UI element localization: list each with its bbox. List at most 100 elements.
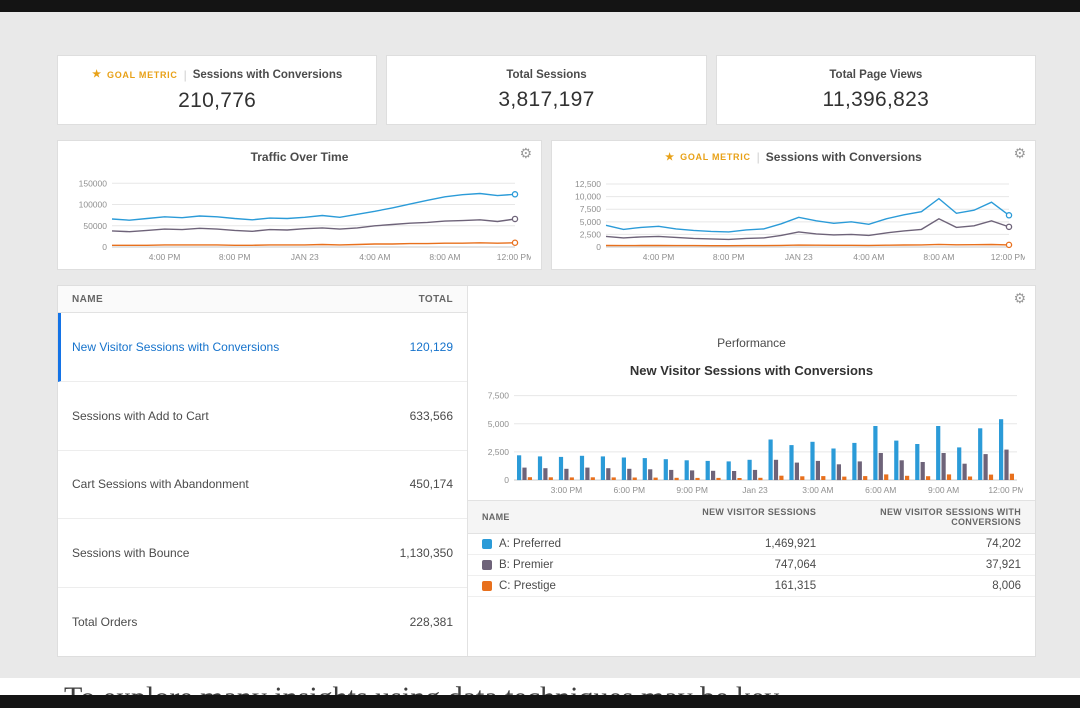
chart-title: Sessions with Conversions — [765, 150, 922, 164]
svg-text:10,000: 10,000 — [575, 192, 601, 202]
metric-row-total-orders[interactable]: Total Orders 228,381 — [58, 588, 467, 656]
svg-text:5,000: 5,000 — [488, 419, 510, 429]
metric-row-cart-sessions-with-abandonment[interactable]: Cart Sessions with Abandonment 450,174 — [58, 451, 467, 520]
svg-text:150000: 150000 — [79, 178, 108, 188]
segment-name: C: Prestige — [499, 580, 556, 592]
svg-text:8:00 PM: 8:00 PM — [713, 252, 745, 262]
line-charts-row: Traffic Over Time ⚙ 0 50000 100000 150000 4:… — [57, 140, 1036, 270]
svg-text:3:00 AM: 3:00 AM — [802, 485, 833, 495]
svg-text:9:00 PM: 9:00 PM — [676, 485, 708, 495]
goal-metric-badge: GOAL METRIC — [680, 152, 751, 162]
kpi-summary-row: ★ GOAL METRIC | Sessions with Conversion… — [57, 55, 1036, 125]
chart-header: Traffic Over Time — [58, 150, 541, 164]
performance-detail: ⚙ Performance New Visitor Sessions with … — [468, 286, 1035, 656]
metric-total: 228,381 — [409, 615, 453, 630]
svg-text:7,500: 7,500 — [488, 391, 510, 401]
column-header-new-visitor-sessions: NEW VISITOR SESSIONS — [702, 507, 817, 517]
segment-conversions: 8,006 — [992, 580, 1021, 592]
svg-text:0: 0 — [102, 242, 107, 252]
segment-conversions: 37,921 — [985, 559, 1021, 571]
cropped-article-text-strip: To explore many insights using data tech… — [0, 678, 1080, 695]
svg-text:Jan 23: Jan 23 — [742, 485, 768, 495]
label-divider: | — [183, 67, 187, 82]
kpi-label: Total Sessions — [506, 69, 586, 81]
partial-text: To explore many insights using data tech… — [64, 681, 779, 695]
svg-text:50000: 50000 — [83, 221, 107, 231]
label-divider: | — [756, 150, 760, 164]
kpi-label: ★ GOAL METRIC | Sessions with Conversion… — [92, 68, 342, 82]
metric-table: NAME TOTAL New Visitor Sessions with Con… — [58, 286, 468, 656]
svg-text:3:00 PM: 3:00 PM — [551, 485, 583, 495]
column-header-total: TOTAL — [418, 294, 453, 305]
svg-text:5,000: 5,000 — [580, 217, 602, 227]
svg-text:JAN 23: JAN 23 — [291, 252, 319, 262]
column-header-name: NAME — [482, 512, 510, 522]
series-color-swatch — [482, 560, 492, 570]
svg-text:7,500: 7,500 — [580, 204, 602, 214]
column-header-new-visitor-sessions-with-conversions: NEW VISITOR SESSIONS WITH CONVERSIONS — [880, 507, 1021, 527]
svg-text:6:00 AM: 6:00 AM — [865, 485, 896, 495]
settings-gear-icon[interactable]: ⚙ — [1013, 147, 1026, 161]
svg-text:12:00 PM: 12:00 PM — [497, 252, 531, 262]
svg-text:2,500: 2,500 — [580, 229, 602, 239]
segment-row-a-preferred[interactable]: A: Preferred 1,469,921 74,202 — [468, 534, 1035, 555]
metric-total: 120,129 — [409, 339, 453, 354]
segment-table-header: NAME NEW VISITOR SESSIONS NEW VISITOR SE… — [468, 500, 1035, 534]
series-color-swatch — [482, 581, 492, 591]
segment-conversions: 74,202 — [985, 538, 1021, 550]
metric-total: 633,566 — [409, 408, 453, 423]
metric-row-sessions-with-add-to-cart[interactable]: Sessions with Add to Cart 633,566 — [58, 382, 467, 451]
svg-text:6:00 PM: 6:00 PM — [613, 485, 645, 495]
goal-star-icon: ★ — [92, 69, 102, 80]
settings-gear-icon[interactable]: ⚙ — [519, 147, 532, 161]
svg-text:8:00 AM: 8:00 AM — [923, 252, 954, 262]
metric-table-header: NAME TOTAL — [58, 286, 467, 313]
goal-metric-badge: GOAL METRIC — [107, 69, 178, 80]
metric-total: 1,130,350 — [399, 546, 453, 561]
svg-text:4:00 PM: 4:00 PM — [149, 252, 181, 262]
kpi-value: 11,396,823 — [822, 87, 930, 111]
kpi-metric-name: Sessions with Conversions — [192, 68, 343, 81]
sessions-with-conversions-card: ★ GOAL METRIC | Sessions with Conversion… — [551, 140, 1036, 270]
svg-text:0: 0 — [596, 242, 601, 252]
svg-text:12,500: 12,500 — [575, 179, 601, 189]
letterbox-top-bar — [0, 0, 1080, 12]
traffic-over-time-chart: 0 50000 100000 150000 4:00 PM 8:00 PM JAN 23 4:… — [66, 171, 534, 263]
kpi-metric-name: Total Sessions — [506, 68, 587, 81]
svg-text:100000: 100000 — [79, 200, 108, 210]
metric-name: Sessions with Bounce — [72, 546, 190, 561]
segment-sessions: 747,064 — [774, 559, 817, 571]
sessions-with-conversions-chart: 0 2,500 5,000 7,500 10,000 12,500 4:00 PM 8:00 … — [560, 171, 1027, 263]
svg-text:4:00 AM: 4:00 AM — [853, 252, 884, 262]
svg-text:12:00 PM: 12:00 PM — [988, 485, 1023, 495]
kpi-card-sessions-with-conversions: ★ GOAL METRIC | Sessions with Conversion… — [57, 55, 378, 125]
metric-row-new-visitor-sessions-with-conversions[interactable]: New Visitor Sessions with Conversions 12… — [58, 313, 467, 382]
series-color-swatch — [482, 539, 492, 549]
metric-name: Total Orders — [72, 615, 138, 630]
performance-panel: NAME TOTAL New Visitor Sessions with Con… — [57, 285, 1036, 657]
svg-text:8:00 PM: 8:00 PM — [219, 252, 251, 262]
kpi-value: 210,776 — [178, 88, 257, 112]
segment-name: B: Premier — [499, 559, 554, 571]
kpi-card-total-page-views: Total Page Views 11,396,823 — [715, 55, 1036, 125]
svg-text:8:00 AM: 8:00 AM — [429, 252, 460, 262]
traffic-over-time-card: Traffic Over Time ⚙ 0 50000 100000 150000 4:… — [57, 140, 542, 270]
segment-sessions: 1,469,921 — [764, 538, 817, 550]
svg-text:12:00 PM: 12:00 PM — [991, 252, 1025, 262]
kpi-label: Total Page Views — [829, 69, 922, 81]
segment-name: A: Preferred — [499, 538, 561, 550]
chart-header: ★ GOAL METRIC | Sessions with Conversion… — [552, 150, 1035, 164]
panel-title: New Visitor Sessions with Conversions — [629, 363, 874, 378]
metric-row-sessions-with-bounce[interactable]: Sessions with Bounce 1,130,350 — [58, 519, 467, 589]
goal-star-icon: ★ — [665, 151, 675, 163]
segment-row-b-premier[interactable]: B: Premier 747,064 37,921 — [468, 555, 1035, 576]
settings-gear-icon[interactable]: ⚙ — [1013, 292, 1026, 306]
metric-name: New Visitor Sessions with Conversions — [72, 339, 280, 354]
segment-row-c-prestige[interactable]: C: Prestige 161,315 8,006 — [468, 576, 1035, 597]
metric-total: 450,174 — [409, 477, 453, 492]
metric-name: Sessions with Add to Cart — [72, 408, 209, 423]
kpi-metric-name: Total Page Views — [829, 68, 923, 81]
column-header-name: NAME — [72, 294, 104, 305]
svg-text:JAN 23: JAN 23 — [785, 252, 813, 262]
svg-text:9:00 AM: 9:00 AM — [928, 485, 959, 495]
